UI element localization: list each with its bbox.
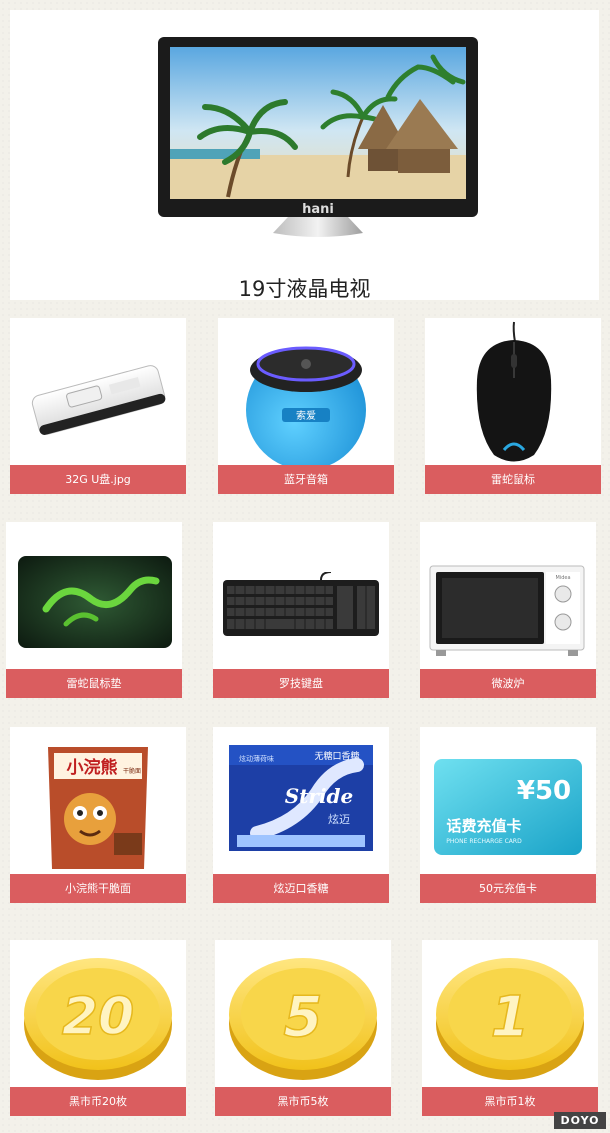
svg-text:炫迈: 炫迈 [328,812,350,826]
prize-card-gum[interactable]: 无糖口香糖 炫动薄荷味 Stride 炫迈 炫迈口香糖 [213,727,389,903]
svg-text:干脆面: 干脆面 [123,767,141,775]
gold-coin-icon: 1 [436,958,584,1080]
prize-card-usb-drive[interactable]: 32G U盘.jpg [10,318,186,494]
prize-card-logitech-keyboard[interactable]: 罗技键盘 [213,522,389,698]
prize-label: 50元充值卡 [420,874,596,903]
usb-drive-icon [31,365,166,435]
svg-text:hani: hani [302,202,334,217]
svg-text:索爱: 索爱 [296,409,316,422]
prize-card-microwave[interactable]: Midea 微波炉 [420,522,596,698]
svg-text:小浣熊: 小浣熊 [67,757,118,778]
prize-card-coin-1[interactable]: 1 黑市币1枚 [422,940,598,1116]
svg-text:5: 5 [284,985,323,1050]
prize-card-razer-mouse[interactable]: 雷蛇鼠标 [425,318,601,494]
svg-text:Midea: Midea [555,575,570,581]
prize-card-coin-5[interactable]: 5 黑市币5枚 [215,940,391,1116]
prize-label: 雷蛇鼠标垫 [6,669,182,698]
svg-text:炫动薄荷味: 炫动薄荷味 [239,754,274,763]
snack-package-icon: 小浣熊 干脆面 [48,747,148,869]
razer-mouse-icon [476,321,552,462]
tv-icon: hani [158,37,478,237]
prize-label: 罗技键盘 [213,669,389,698]
svg-text:1: 1 [491,985,530,1050]
prize-card-recharge[interactable]: ¥50 话费充值卡 PHONE RECHARGE CARD 50元充值卡 [420,727,596,903]
svg-text:Stride: Stride [285,784,354,808]
hero-prize-card[interactable]: hani 19寸液晶电视 [10,10,599,301]
keyboard-icon [223,572,379,636]
svg-text:PHONE RECHARGE CARD: PHONE RECHARGE CARD [446,838,522,845]
prize-label: 炫迈口香糖 [213,874,389,903]
prize-label: 小浣熊干脆面 [10,874,186,903]
prize-card-coin-20[interactable]: 20 黑市币20枚 [10,940,186,1116]
microwave-icon: Midea [429,565,585,656]
recharge-card-icon: ¥50 话费充值卡 PHONE RECHARGE CARD [434,759,582,855]
prize-label: 黑市币5枚 [215,1087,391,1116]
prize-card-bluetooth-speaker[interactable]: 索爱 蓝牙音箱 [218,318,394,494]
prize-label: 微波炉 [420,669,596,698]
prize-card-razer-mousepad[interactable]: 雷蛇鼠标垫 [6,522,182,698]
watermark-logo: DOYO [554,1112,606,1129]
prize-label: 雷蛇鼠标 [425,465,601,494]
svg-text:话费充值卡: 话费充值卡 [446,817,521,835]
gold-coin-icon: 5 [229,958,377,1080]
bluetooth-speaker-icon: 索爱 [246,346,366,470]
svg-text:¥50: ¥50 [517,776,571,806]
hero-title: 19寸液晶电视 [238,277,371,301]
prize-label: 32G U盘.jpg [10,465,186,494]
prize-label: 黑市币20枚 [10,1087,186,1116]
razer-mousepad-icon [18,556,172,648]
gum-package-icon: 无糖口香糖 炫动薄荷味 Stride 炫迈 [229,745,373,851]
prize-card-snack[interactable]: 小浣熊 干脆面 小浣熊干脆面 [10,727,186,903]
svg-text:20: 20 [62,987,134,1047]
prize-label: 蓝牙音箱 [218,465,394,494]
gold-coin-icon: 20 [24,958,172,1080]
